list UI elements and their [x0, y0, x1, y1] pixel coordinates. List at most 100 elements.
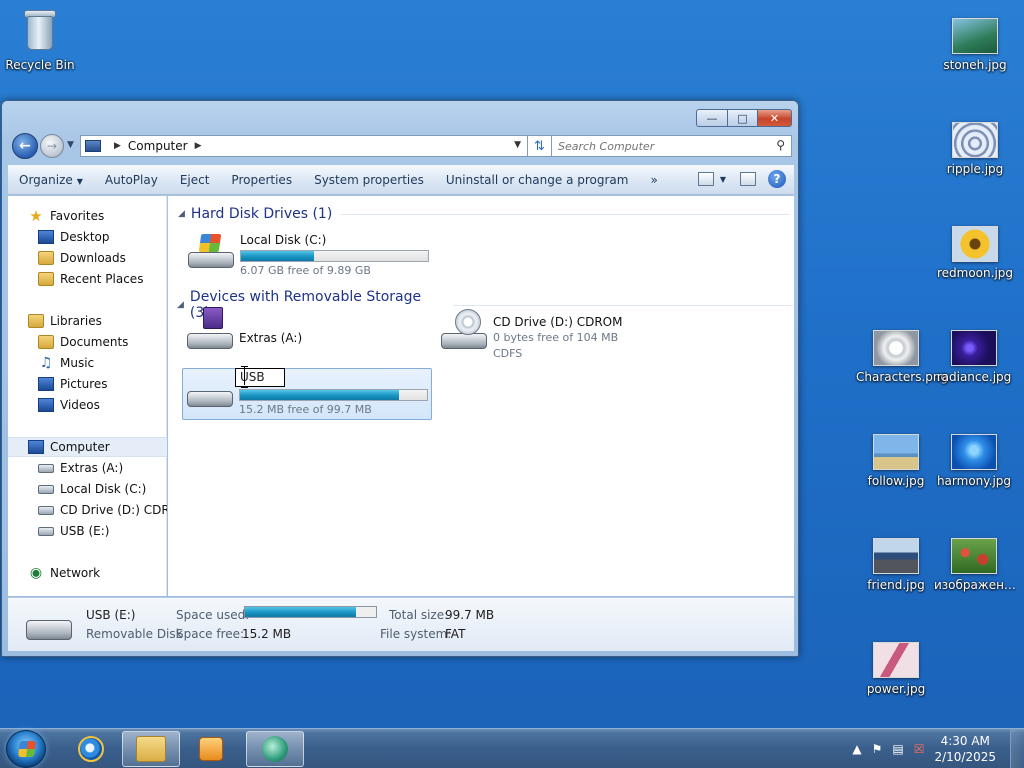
- details-drive-name: USB (E:): [86, 608, 136, 622]
- desktop-file-label: harmony.jpg: [936, 474, 1012, 488]
- nav-pictures[interactable]: Pictures: [8, 374, 167, 394]
- taskbar-app[interactable]: [246, 731, 304, 767]
- drive-usage-fill: [240, 390, 399, 400]
- nav-music[interactable]: ♫ Music: [8, 353, 167, 373]
- nav-label: Downloads: [60, 251, 126, 265]
- taskbar-media-player[interactable]: [182, 731, 240, 767]
- drive-name: Extras (A:): [239, 331, 303, 345]
- view-chevron-down-icon[interactable]: ▼: [720, 175, 726, 184]
- desktop-file-power[interactable]: power.jpg: [856, 642, 936, 696]
- start-button[interactable]: [6, 730, 46, 768]
- nav-local-disk-c[interactable]: Local Disk (C:): [8, 479, 167, 499]
- properties-button[interactable]: Properties: [220, 173, 303, 187]
- caption-buttons: — □ ✕: [696, 109, 792, 127]
- desktop-file-harmony[interactable]: harmony.jpg: [934, 434, 1014, 488]
- clock-date: 2/10/2025: [934, 750, 996, 764]
- desktop-file-cyrillic[interactable]: изображен…: [934, 538, 1016, 592]
- cd-drive-icon: [38, 505, 54, 515]
- desktop-file-label: follow.jpg: [867, 474, 925, 488]
- details-usage-fill: [245, 607, 357, 617]
- uninstall-program-button[interactable]: Uninstall or change a program: [435, 173, 640, 187]
- breadcrumb-separator-icon[interactable]: ▶: [114, 141, 121, 151]
- desktop-file-label: stoneh.jpg: [943, 58, 1007, 72]
- address-chevron-down-icon[interactable]: ▼: [514, 140, 521, 150]
- documents-icon: [38, 335, 54, 349]
- details-file-system-label: File system:: [380, 627, 452, 641]
- change-view-icon[interactable]: [697, 172, 714, 186]
- nav-recent-places[interactable]: Recent Places: [8, 269, 167, 289]
- volume-muted-icon[interactable]: ☒: [914, 742, 925, 756]
- breadcrumb-computer[interactable]: Computer: [128, 139, 188, 153]
- desktop-file-friend[interactable]: friend.jpg: [856, 538, 936, 592]
- network-status-icon[interactable]: ▤: [892, 742, 903, 756]
- action-center-flag-icon[interactable]: ⚑: [872, 742, 883, 756]
- recycle-bin-label: Recycle Bin: [5, 58, 75, 72]
- search-box[interactable]: ⚲: [551, 135, 792, 157]
- details-space-free-label: Space free:: [176, 627, 245, 641]
- minimize-icon[interactable]: —: [696, 109, 728, 127]
- nav-label: Libraries: [50, 314, 102, 328]
- desktop-file-label: изображен…: [934, 578, 1016, 592]
- taskbar-windows-explorer[interactable]: [122, 731, 180, 767]
- search-icon[interactable]: ⚲: [776, 138, 785, 152]
- command-bar: Organize ▼ AutoPlay Eject Properties Syst…: [8, 165, 794, 195]
- computer-icon: [85, 140, 101, 152]
- desktop-file-characters[interactable]: Characters.png: [856, 330, 948, 384]
- recent-pages-chevron-down-icon[interactable]: ▼: [67, 140, 74, 150]
- nav-documents[interactable]: Documents: [8, 332, 167, 352]
- drive-tile-cd-drive-d[interactable]: CD Drive (D:) CDROM 0 bytes free of 104 …: [437, 309, 687, 363]
- eject-button[interactable]: Eject: [169, 173, 221, 187]
- drive-usage-bar: [239, 389, 428, 401]
- nav-label: Computer: [50, 440, 110, 454]
- drive-free-space: 0 bytes free of 104 MB: [493, 331, 619, 344]
- details-total-size-label: Total size:: [389, 608, 449, 622]
- recycle-bin-icon[interactable]: Recycle Bin: [0, 8, 80, 72]
- nav-cd-drive-d[interactable]: CD Drive (D:) CDROM: [8, 500, 167, 520]
- show-hidden-icons-chevron-up-icon[interactable]: ▲: [852, 742, 861, 756]
- videos-icon: [38, 398, 54, 412]
- nav-label: Network: [50, 566, 101, 580]
- autoplay-button[interactable]: AutoPlay: [94, 173, 169, 187]
- nav-label: CD Drive (D:) CDROM: [60, 503, 167, 517]
- search-input[interactable]: [558, 139, 758, 153]
- clock[interactable]: 4:30 AM 2/10/2025: [934, 733, 996, 765]
- nav-computer[interactable]: Computer: [8, 437, 167, 457]
- desktop-file-follow[interactable]: follow.jpg: [856, 434, 936, 488]
- drive-tile-extras-a[interactable]: Extras (A:): [183, 307, 433, 363]
- breadcrumb-separator-icon[interactable]: ▶: [195, 141, 202, 151]
- preview-pane-icon[interactable]: [740, 172, 756, 186]
- nav-network[interactable]: ◉ Network: [8, 563, 167, 583]
- nav-downloads[interactable]: Downloads: [8, 248, 167, 268]
- desktop-file-stoneh[interactable]: stoneh.jpg: [935, 18, 1015, 72]
- nav-videos[interactable]: Videos: [8, 395, 167, 415]
- internet-explorer-icon: [78, 736, 104, 762]
- help-icon[interactable]: ?: [768, 170, 786, 188]
- nav-desktop[interactable]: Desktop: [8, 227, 167, 247]
- taskbar-internet-explorer[interactable]: [62, 731, 120, 767]
- organize-button[interactable]: Organize ▼: [8, 173, 94, 187]
- forward-arrow-icon[interactable]: →: [40, 134, 64, 158]
- back-arrow-icon[interactable]: ←: [12, 133, 38, 159]
- nav-label: Local Disk (C:): [60, 482, 147, 496]
- network-icon: ◉: [29, 565, 43, 581]
- refresh-icon[interactable]: ⇅: [528, 135, 552, 157]
- show-desktop-button[interactable]: [1010, 729, 1024, 768]
- maximize-icon[interactable]: □: [728, 109, 758, 127]
- desktop-file-ripple[interactable]: ripple.jpg: [935, 122, 1015, 176]
- usb-drive-icon: [26, 620, 72, 640]
- nav-usb-e[interactable]: USB (E:): [8, 521, 167, 541]
- recent-places-icon: [38, 272, 54, 286]
- nav-extras-a[interactable]: Extras (A:): [8, 458, 167, 478]
- drive-tile-usb-e[interactable]: USB 15.2 MB free of 99.7 MB: [182, 366, 432, 420]
- downloads-folder-icon: [38, 251, 54, 265]
- system-properties-button[interactable]: System properties: [303, 173, 435, 187]
- desktop-file-redmoon[interactable]: redmoon.jpg: [935, 226, 1015, 280]
- close-icon[interactable]: ✕: [758, 109, 792, 127]
- desktop-file-radiance[interactable]: radiance.jpg: [934, 330, 1014, 384]
- address-row: ← → ▼ ▶ Computer ▶ ▼ ⇅ ⚲: [10, 133, 792, 159]
- address-bar[interactable]: ▶ Computer ▶ ▼: [80, 135, 528, 157]
- nav-libraries[interactable]: Libraries: [8, 311, 167, 331]
- more-commands-button[interactable]: »: [639, 173, 668, 187]
- nav-favorites[interactable]: ★ Favorites: [8, 206, 167, 226]
- clock-time: 4:30 AM: [940, 734, 990, 748]
